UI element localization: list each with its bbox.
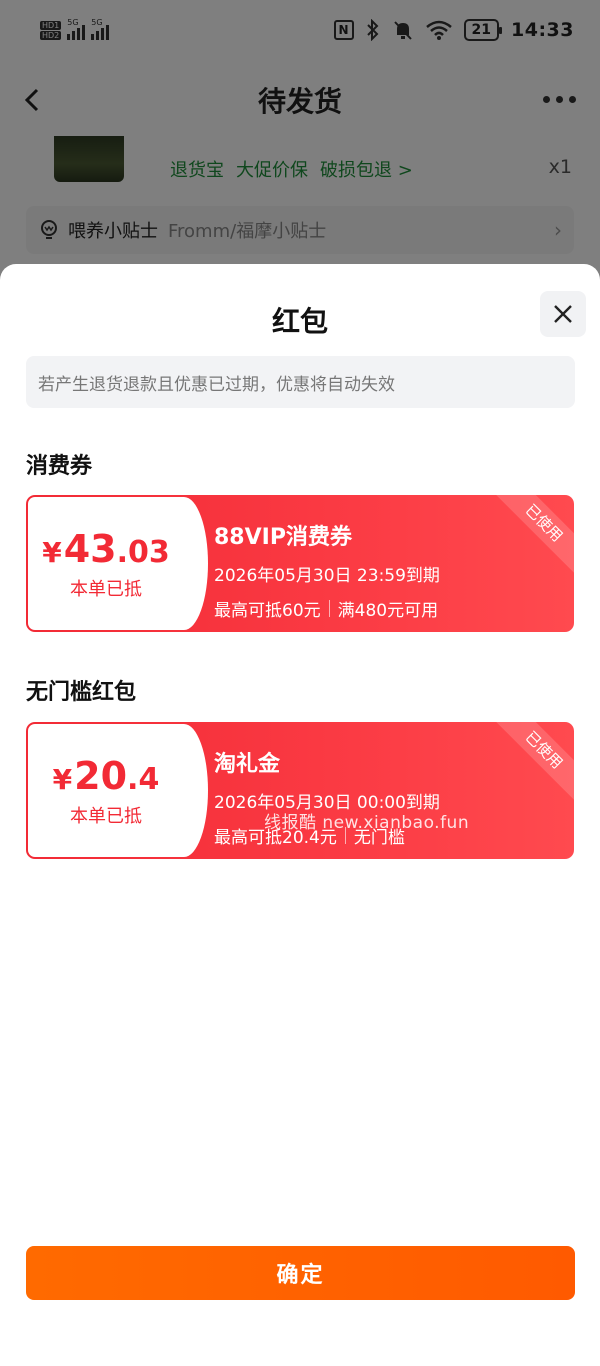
- confirm-button[interactable]: 确定: [26, 1246, 575, 1300]
- section-title-no-threshold: 无门槛红包: [26, 680, 137, 705]
- currency-symbol: ¥: [52, 762, 73, 796]
- coupon-amount: ¥ 43 .03: [42, 527, 170, 571]
- currency-symbol: ¥: [42, 535, 62, 569]
- coupon-expiry: 2026年05月30日 23:59到期: [214, 566, 440, 586]
- watermark-text: 线报酷 new.xianbao.fun: [264, 813, 470, 833]
- used-status-ribbon: 已使用: [491, 722, 574, 803]
- coupon-name: 88VIP消费券: [214, 525, 352, 550]
- coupon-max-rule: 最高可抵60元: [214, 601, 321, 621]
- rule-divider: [328, 600, 330, 617]
- expiry-notice: 若产生退货退款且优惠已过期，优惠将自动失效: [26, 356, 575, 408]
- amount-integer: 43: [63, 526, 117, 571]
- coupon-card[interactable]: ¥ 20 .4 本单已抵 淘礼金 2026年05月30日 00:00到期 最高可…: [26, 722, 574, 859]
- section-title-consumption-coupon: 消费券: [26, 454, 93, 479]
- amount-integer: 20: [74, 753, 128, 798]
- red-packet-sheet: 红包 若产生退货退款且优惠已过期，优惠将自动失效 消费券 ¥ 43 .03 本单…: [0, 264, 600, 1366]
- coupon-name: 淘礼金: [214, 752, 281, 777]
- modal-overlay[interactable]: [0, 0, 600, 300]
- amount-decimal: .4: [127, 761, 160, 797]
- coupon-rules: 最高可抵60元 满480元可用: [214, 596, 440, 621]
- applied-label: 本单已抵: [70, 805, 142, 827]
- close-icon: [554, 305, 572, 323]
- amount-decimal: .03: [116, 534, 170, 570]
- used-status-ribbon: 已使用: [491, 495, 574, 576]
- coupon-threshold-rule: 满480元可用: [337, 601, 439, 621]
- coupon-amount-panel: ¥ 20 .4 本单已抵: [28, 724, 208, 857]
- close-button[interactable]: [540, 291, 586, 337]
- sheet-title: 红包: [271, 305, 328, 338]
- coupon-card[interactable]: ¥ 43 .03 本单已抵 88VIP消费券 2026年05月30日 23:59…: [26, 495, 574, 632]
- coupon-amount-panel: ¥ 43 .03 本单已抵: [28, 497, 208, 630]
- applied-label: 本单已抵: [70, 578, 142, 600]
- coupon-info: 88VIP消费券 2026年05月30日 23:59到期 最高可抵60元 满48…: [214, 519, 440, 621]
- coupon-amount: ¥ 20 .4: [53, 754, 160, 798]
